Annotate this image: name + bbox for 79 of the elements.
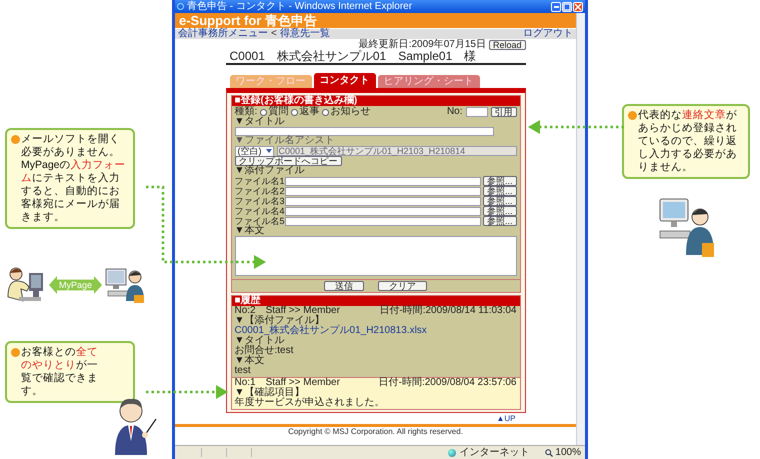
field-label: ▼添付ファイル: [234, 166, 306, 176]
file-field[interactable]: [284, 196, 481, 206]
browse-button[interactable]: 参照...: [482, 196, 516, 206]
bullet-icon: [11, 348, 20, 357]
file-field[interactable]: [284, 186, 481, 196]
type-radio[interactable]: 質問: [260, 107, 288, 117]
field-label: ▼本文: [234, 226, 266, 236]
globe-icon: [448, 448, 456, 456]
file-field[interactable]: [284, 176, 481, 186]
entry-label: ▼タイトル: [234, 336, 286, 346]
entry-datetime: 日付-時間:2009/08/14 11:03:04: [379, 306, 516, 316]
entry-number: No:2: [234, 306, 256, 316]
entry-text: test: [234, 366, 252, 376]
entry-text: 年度サービスが申込されました。: [234, 398, 386, 408]
last-updated-text: 最終更新日:2009年07月15日: [358, 40, 486, 50]
zoom-icon: [545, 448, 554, 456]
file-label: ファイル名3: [234, 196, 282, 206]
zone-text: インターネット: [459, 448, 530, 458]
type-radio[interactable]: 返事: [291, 107, 320, 117]
type-label: 種類:: [234, 107, 258, 117]
entry-datetime: 日付-時間:2009/08/04 23:57:06: [378, 378, 516, 388]
attachment-link[interactable]: C0001_株式会社サンプル01_H210813.xlsx: [234, 326, 516, 336]
site-title: e-Support for 青色申告: [175, 13, 576, 29]
browse-button[interactable]: 参照...: [482, 216, 516, 226]
file-label: ファイル名4: [234, 206, 282, 216]
title-field[interactable]: [234, 127, 494, 136]
browse-button[interactable]: 参照...: [482, 186, 516, 196]
cite-button[interactable]: 引用: [490, 107, 516, 117]
callout-text: 代表的な連絡文章があらかじめ登録されているので、繰り返し入力する必要がありません。: [638, 109, 738, 174]
entry-number: No:1: [234, 378, 256, 388]
number-field[interactable]: [466, 107, 488, 117]
entry-label: ▼【添付ファイル】: [234, 316, 326, 326]
browse-button[interactable]: 参照...: [482, 206, 516, 216]
browse-button[interactable]: 参照...: [482, 176, 516, 186]
file-label: ファイル名5: [234, 216, 282, 226]
logout-link[interactable]: ログアウト: [523, 29, 573, 39]
maximize-button[interactable]: [562, 2, 572, 12]
file-field[interactable]: [284, 216, 481, 226]
entry-route: Staff >> Member: [266, 378, 340, 388]
body-text-area[interactable]: [234, 236, 516, 276]
scrollbar[interactable]: [576, 13, 585, 445]
minimize-icon: [554, 6, 558, 8]
bullet-icon: [628, 111, 637, 120]
entry-route: Staff >> Member: [266, 306, 340, 316]
type-radio[interactable]: お知らせ: [322, 107, 370, 117]
field-label: ▼タイトル: [234, 117, 286, 127]
browser-icon: [177, 3, 184, 10]
callout-text: お客様との全てのやりとり が一覧で確認できます。: [21, 346, 99, 398]
callout-text: メールソフトを開く必要がありません。MyPageの入力フォームにテキストを入力すると、自動的にお客様宛にメールが届きます。: [21, 133, 127, 224]
file-label: ファイル名1: [234, 176, 282, 186]
reload-button[interactable]: Reload: [488, 40, 526, 50]
entry-label: ▼【確認項目】: [234, 388, 304, 398]
close-icon: [574, 2, 582, 10]
close-button[interactable]: [573, 2, 583, 12]
send-button[interactable]: 送信: [324, 281, 364, 291]
breadcrumb-link[interactable]: 得意先一覧: [280, 29, 330, 39]
copy-button[interactable]: クリップボードへコピー: [234, 156, 342, 166]
assist-dropdown[interactable]: (空白): [234, 146, 274, 156]
file-field[interactable]: [284, 206, 481, 216]
clear-button[interactable]: クリア: [378, 281, 427, 291]
breadcrumb-link[interactable]: 会計事務所メニュー: [178, 29, 268, 39]
window-title: 青色申告 - コンタクト - Windows Internet Explorer: [187, 2, 414, 12]
maximize-icon: [563, 2, 571, 10]
zoom-level[interactable]: 100%: [555, 448, 581, 458]
section-heading: ■登録(お客様の書き込み欄): [232, 96, 520, 106]
minimize-button[interactable]: [551, 2, 561, 12]
customer-name: C0001 株式会社サンプル01 Sample01 様: [226, 50, 526, 65]
tab[interactable]: コンタクト: [314, 73, 376, 88]
up-link[interactable]: ▲UP: [496, 415, 516, 423]
copyright-text: Copyright © MSJ Corporation. All rights reserved.: [287, 427, 464, 437]
entry-label: ▼本文: [234, 356, 266, 366]
breadcrumb-separator: <: [271, 29, 277, 39]
bullet-icon: [11, 135, 20, 144]
assist-filename-field[interactable]: C0001_株式会社サンプル01_H2103_H210814: [276, 146, 516, 156]
entry-text: お問合せ:test: [234, 346, 294, 356]
no-label: No:: [446, 107, 462, 117]
section-heading: ■履歴: [232, 296, 520, 306]
field-label: ▼ファイル名アシスト: [234, 136, 336, 146]
file-label: ファイル名2: [234, 186, 282, 196]
